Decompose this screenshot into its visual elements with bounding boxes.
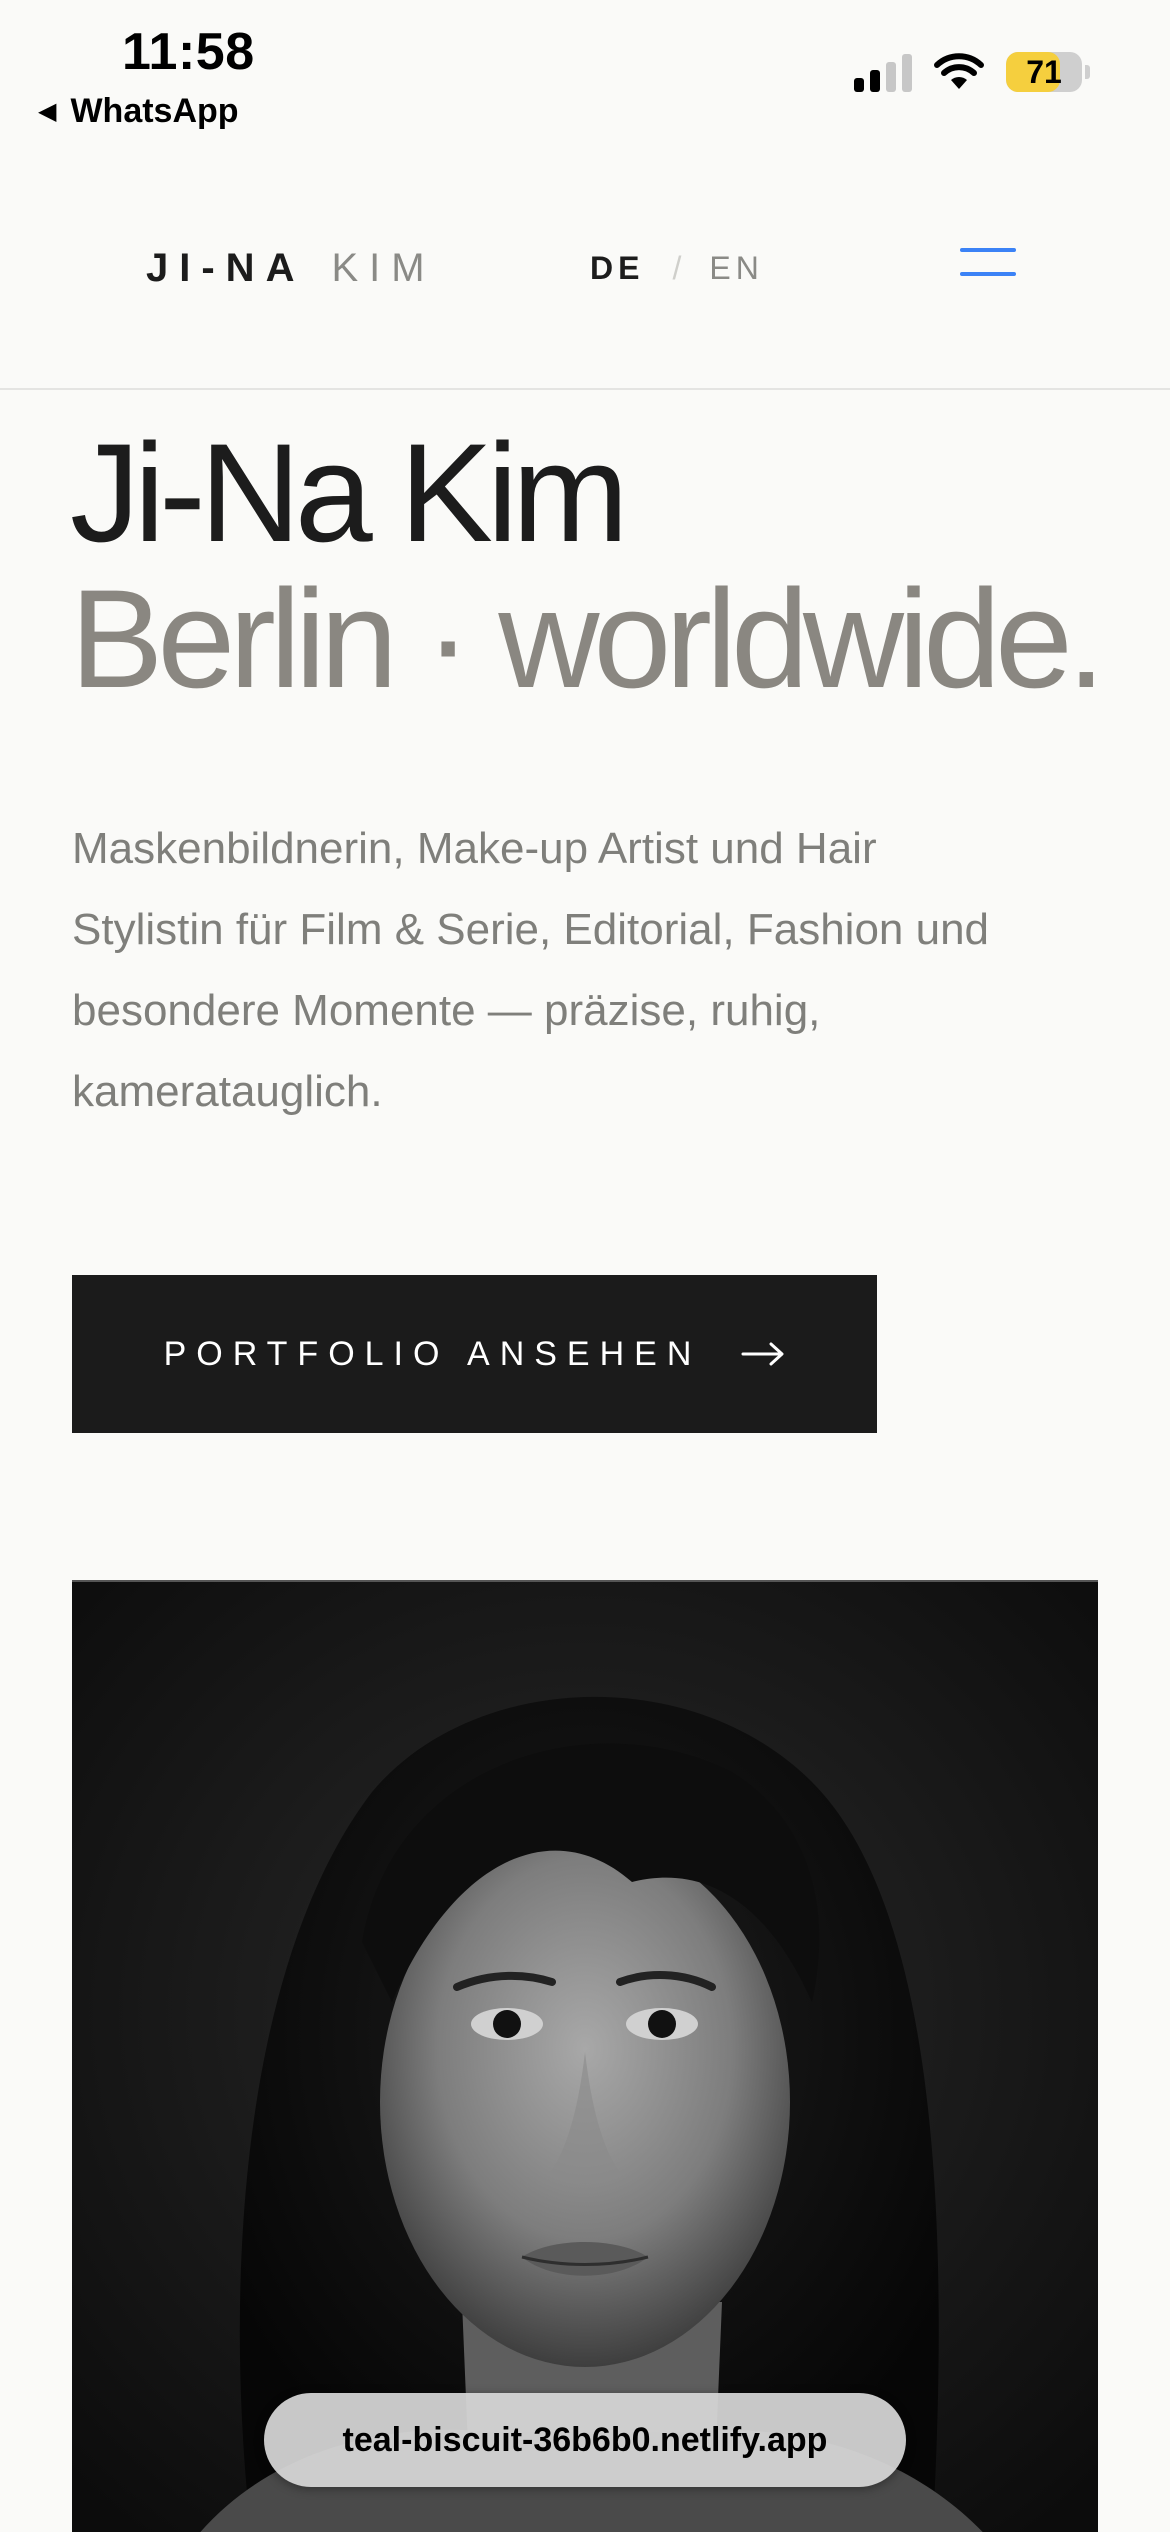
hero-title: Ji-Na Kim Berlin · worldwide. (70, 414, 1106, 717)
browser-url: teal-biscuit-36b6b0.netlify.app (342, 2420, 828, 2459)
portrait-photo (72, 1580, 1098, 2532)
hero-description: Maskenbildnerin, Make-up Artist und Hair… (72, 824, 990, 1116)
battery-level: 71 (1026, 53, 1062, 90)
back-triangle-icon: ◀ (38, 97, 57, 125)
language-switcher: DE / EN (590, 250, 764, 287)
status-time: 11:58 (122, 23, 255, 81)
wifi-icon (934, 53, 984, 89)
battery-icon: 71 (1006, 52, 1090, 92)
page: 11:58 ◀ WhatsApp 71 JI-NA KIM DE / EN Ji… (0, 0, 1170, 2532)
back-to-app-link[interactable]: ◀ WhatsApp (38, 92, 239, 131)
back-app-label: WhatsApp (70, 92, 239, 130)
lang-en-link[interactable]: EN (709, 250, 763, 287)
arrow-right-icon (741, 1342, 784, 1366)
hamburger-menu-icon[interactable] (960, 242, 1018, 282)
signal-icon (854, 52, 912, 92)
logo-last-name: KIM (331, 246, 436, 290)
portfolio-button-label: PORTFOLIO ANSEHEN (163, 1334, 702, 1373)
portfolio-button[interactable]: PORTFOLIO ANSEHEN (72, 1275, 877, 1433)
status-bar: 11:58 ◀ WhatsApp 71 (0, 0, 1170, 150)
site-logo[interactable]: JI-NA KIM (146, 246, 436, 291)
hero-title-name: Ji-Na Kim (70, 414, 629, 571)
hero-title-location: Berlin · worldwide. (70, 560, 1106, 717)
site-header: JI-NA KIM DE / EN (0, 150, 1170, 390)
lang-separator: / (672, 250, 682, 286)
logo-first-name: JI-NA (146, 246, 306, 290)
browser-url-bar[interactable]: teal-biscuit-36b6b0.netlify.app (264, 2393, 906, 2487)
status-icons: 71 (854, 52, 1090, 92)
lang-de-link[interactable]: DE (590, 250, 644, 287)
